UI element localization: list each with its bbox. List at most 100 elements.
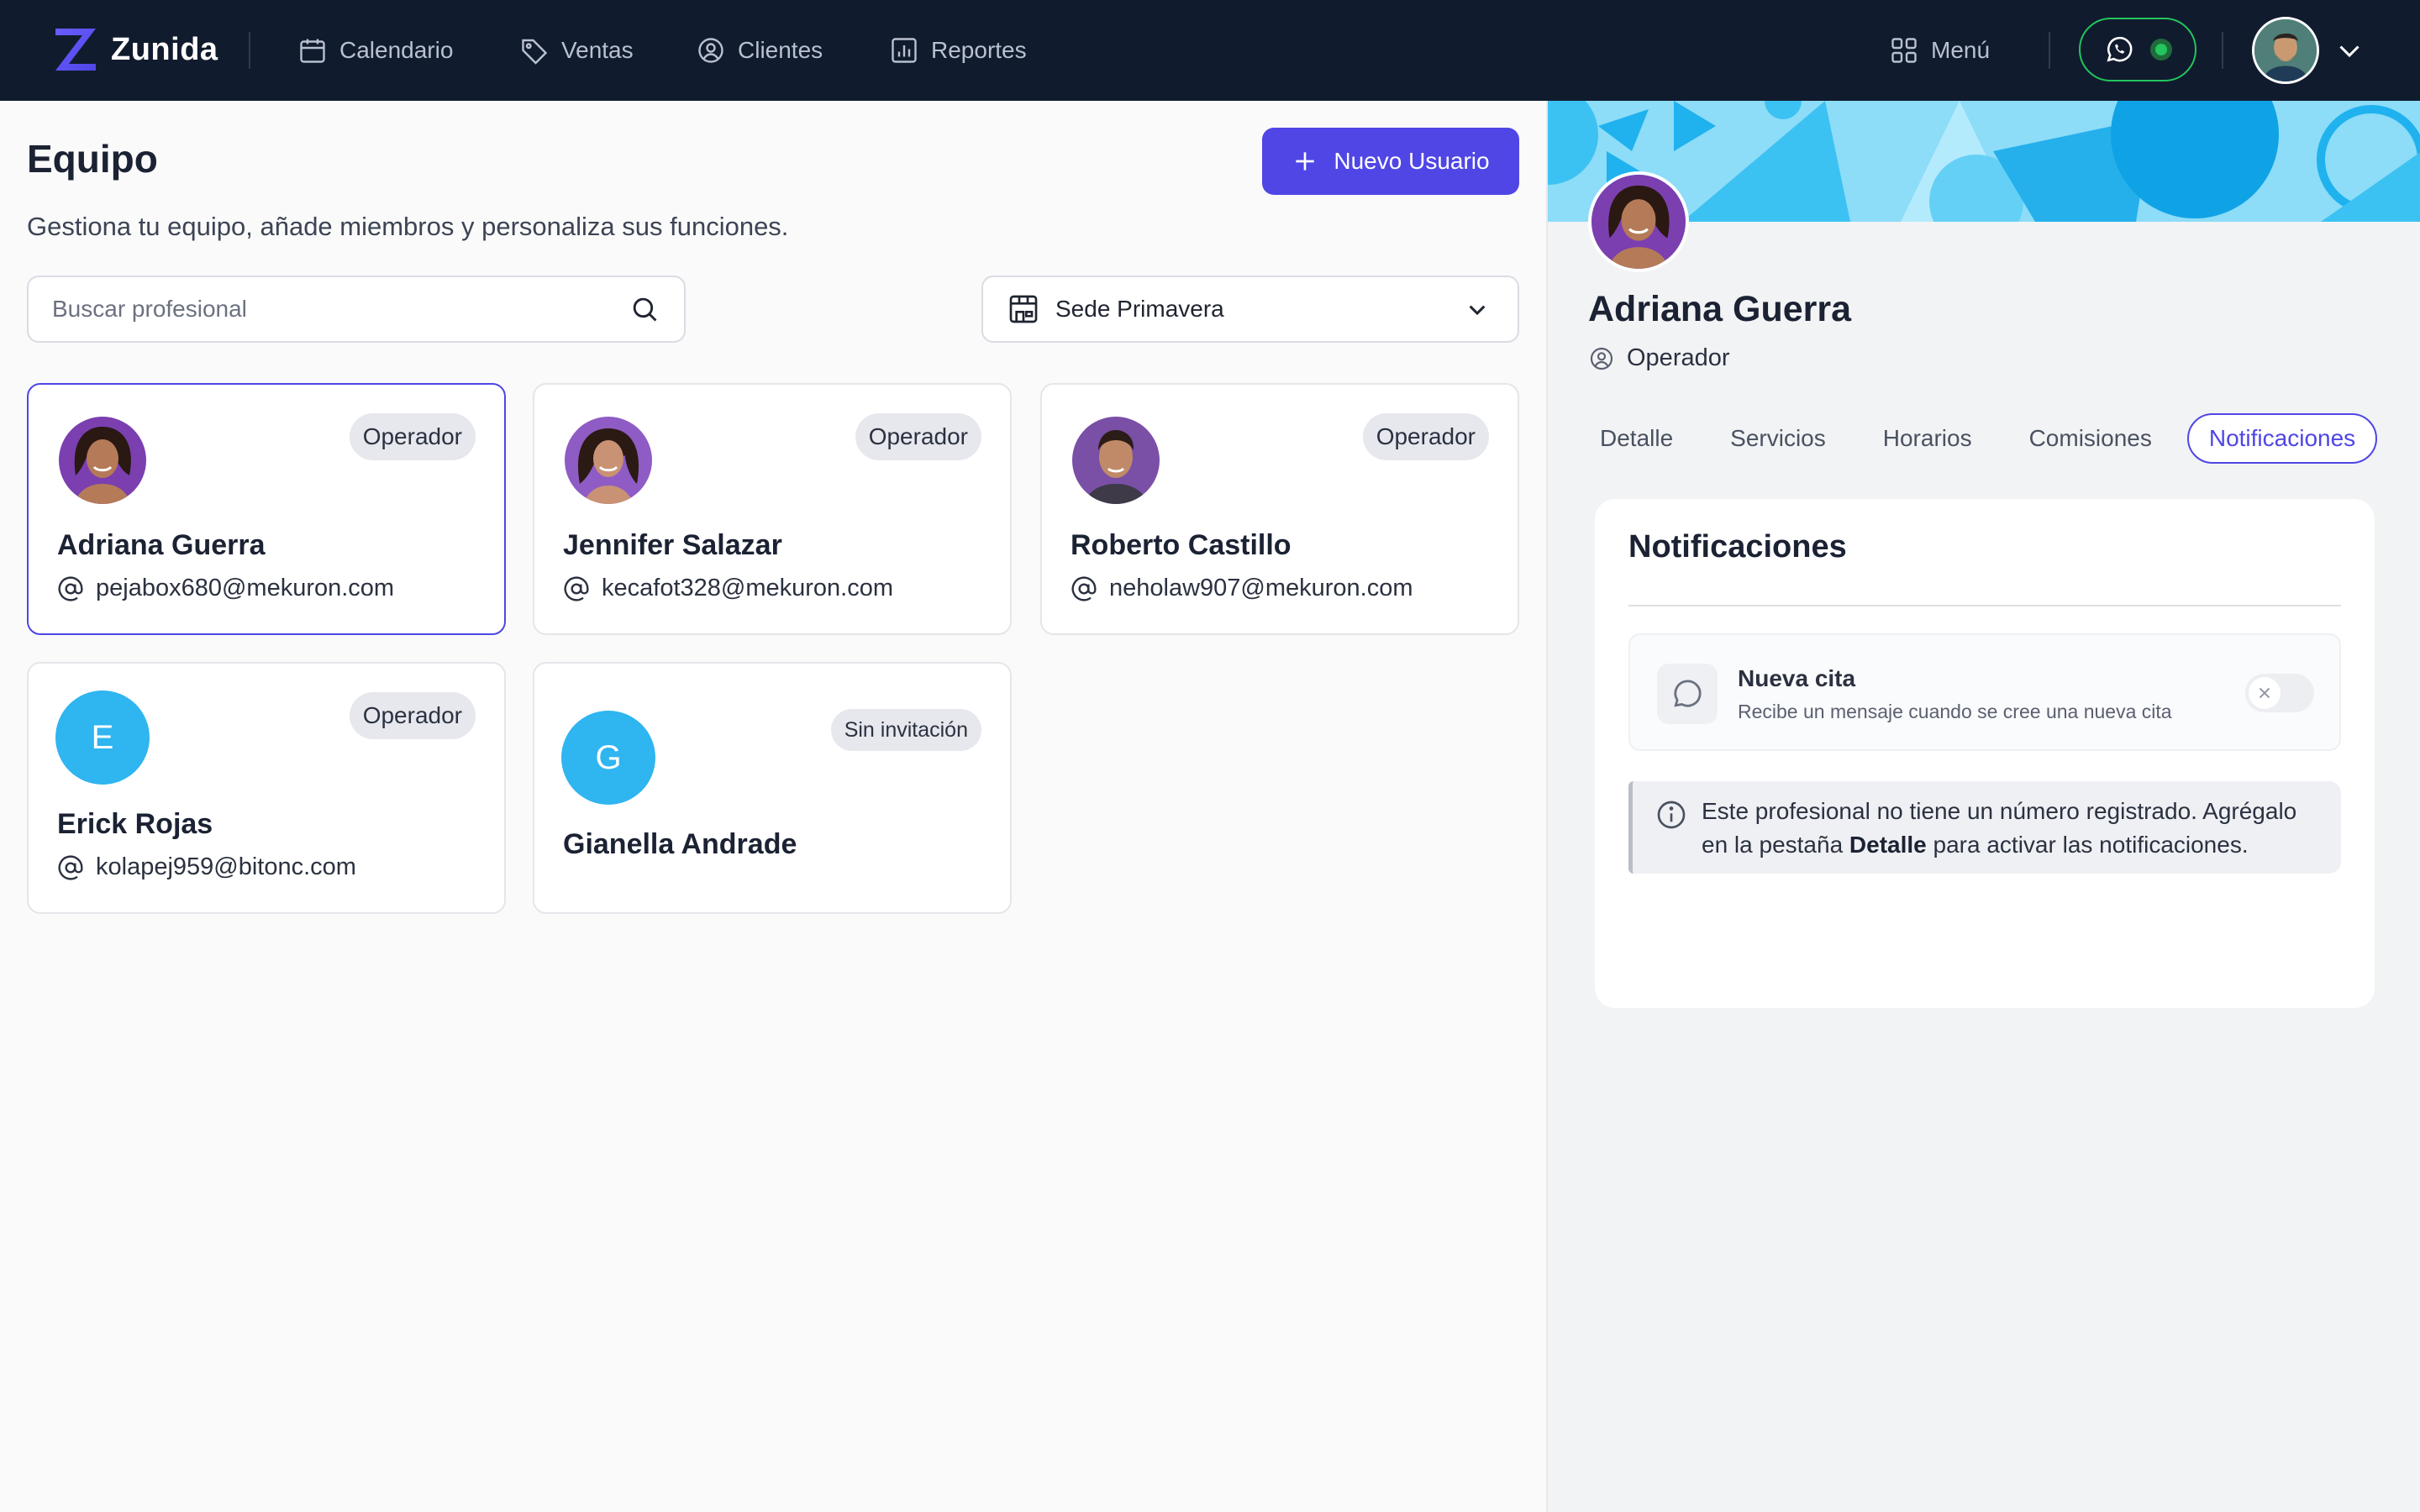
member-initial-avatar: G [561, 711, 655, 805]
app-logo[interactable]: Zunida [52, 25, 218, 74]
nav-item-label: Calendario [339, 37, 454, 63]
member-name: Roberto Castillo [1071, 529, 1292, 561]
bar-chart-icon [892, 38, 917, 63]
detail-tabs: Detalle Servicios Horarios Comisiones No… [1598, 413, 2391, 464]
nav-item-ventas[interactable]: Ventas [519, 32, 634, 69]
member-card-erick-rojas[interactable]: E Operador Erick Rojas kolapej959@bitonc… [27, 662, 506, 914]
member-email: neholaw907@mekuron.com [1071, 575, 1413, 602]
at-sign-icon [564, 575, 589, 601]
plus-icon [1296, 152, 1315, 171]
member-name: Jennifer Salazar [563, 529, 782, 561]
member-avatar [565, 417, 652, 504]
member-email: kolapej959@bitonc.com [57, 853, 356, 881]
new-user-button-label: Nuevo Usuario [1334, 148, 1490, 174]
new-appointment-toggle[interactable] [2245, 674, 2314, 712]
location-select-value: Sede Primavera [1055, 296, 1224, 322]
nav-divider [249, 32, 250, 69]
page-title: Equipo [27, 137, 158, 181]
tab-horarios[interactable]: Horarios [1861, 413, 1994, 464]
member-email-text: neholaw907@mekuron.com [1109, 575, 1413, 601]
profile-name: Adriana Guerra [1588, 289, 1852, 329]
notifications-title: Notificaciones [1628, 529, 1847, 564]
nav-item-clientes[interactable]: Clientes [696, 32, 823, 69]
info-text-part2: para activar las notificaciones. [1926, 832, 2249, 858]
search-input[interactable] [52, 296, 629, 323]
member-email-text: kecafot328@mekuron.com [602, 575, 893, 601]
tag-icon [522, 39, 548, 65]
nav-item-calendario[interactable]: Calendario [297, 32, 453, 69]
info-text-link-detalle: Detalle [1849, 832, 1927, 858]
member-photo [565, 417, 652, 504]
search-icon[interactable] [629, 293, 660, 325]
member-email: pejabox680@mekuron.com [57, 575, 394, 602]
location-select[interactable]: Sede Primavera [981, 276, 1519, 343]
nav-item-label: Ventas [561, 37, 634, 63]
invitation-status-badge: Sin invitación [830, 709, 981, 751]
info-message: Este profesional no tiene un número regi… [1702, 795, 2323, 862]
user-avatar[interactable] [2252, 17, 2319, 84]
member-email-text: pejabox680@mekuron.com [96, 575, 395, 601]
calendar-icon [300, 39, 325, 63]
toggle-knob [2249, 677, 2281, 709]
member-card-roberto-castillo[interactable]: Operador Roberto Castillo neholaw907@mek… [1040, 383, 1519, 635]
tab-comisiones[interactable]: Comisiones [2007, 413, 2174, 464]
at-sign-icon [58, 575, 83, 601]
user-circle-icon [698, 38, 723, 63]
divider [1628, 605, 2341, 606]
member-card-gianella-andrade[interactable]: G Sin invitación Gianella Andrade [533, 662, 1012, 914]
notification-setting-new-appointment: Nueva cita Recibe un mensaje cuando se c… [1628, 633, 2341, 751]
store-icon [1009, 295, 1038, 323]
role-badge: Operador [1362, 413, 1489, 460]
role-badge: Operador [349, 413, 476, 460]
role-badge: Operador [855, 413, 981, 460]
user-circle-icon [1590, 347, 1613, 370]
member-name: Erick Rojas [57, 808, 213, 840]
chevron-down-icon[interactable] [2334, 35, 2365, 66]
member-email: kecafot328@mekuron.com [563, 575, 893, 602]
missing-phone-info-alert: Este profesional no tiene un número regi… [1628, 781, 2341, 874]
member-initial-avatar: E [55, 690, 150, 785]
at-sign-icon [1071, 575, 1097, 601]
tab-notificaciones[interactable]: Notificaciones [2186, 413, 2378, 464]
member-photo [59, 417, 146, 504]
member-card-adriana-guerra[interactable]: Operador Adriana Guerra pejabox680@mekur… [27, 383, 506, 635]
app-name: Zunida [111, 31, 218, 67]
whatsapp-icon [2107, 36, 2133, 62]
nav-divider [2049, 32, 2050, 69]
profile-role-text: Operador [1627, 344, 1730, 371]
member-email-text: kolapej959@bitonc.com [96, 853, 356, 880]
notification-description: Recibe un mensaje cuando se cree una nue… [1738, 701, 2172, 722]
notifications-card: Notificaciones Nueva cita Recibe un mens… [1595, 499, 2375, 1008]
tab-detalle[interactable]: Detalle [1598, 413, 1695, 464]
user-photo [2254, 19, 2317, 81]
menu-label: Menú [1931, 37, 1991, 63]
profile-photo [1591, 175, 1686, 269]
nav-divider [2222, 32, 2223, 69]
member-name: Adriana Guerra [57, 529, 266, 561]
grid-icon [1891, 38, 1917, 63]
tab-servicios[interactable]: Servicios [1708, 413, 1848, 464]
member-photo [1072, 417, 1160, 504]
role-badge: Operador [349, 692, 476, 739]
close-icon [2259, 687, 2270, 699]
member-name: Gianella Andrade [563, 828, 797, 860]
whatsapp-status-button[interactable] [2079, 18, 2196, 81]
member-avatar [1072, 417, 1160, 504]
member-card-jennifer-salazar[interactable]: Operador Jennifer Salazar kecafot328@mek… [533, 383, 1012, 635]
profile-role: Operador [1588, 344, 1730, 372]
menu-button[interactable]: Menú [1889, 32, 1990, 69]
chevron-down-icon [1469, 305, 1486, 316]
nav-item-reportes[interactable]: Reportes [889, 32, 1027, 69]
top-navigation-bar: Zunida Calendario Ventas Clientes Report… [0, 0, 2420, 101]
member-detail-panel: Adriana Guerra Operador Detalle Servicio… [1546, 101, 2420, 1512]
profile-avatar [1588, 171, 1689, 272]
page-subtitle: Gestiona tu equipo, añade miembros y per… [27, 212, 789, 241]
at-sign-icon [58, 854, 83, 880]
connected-status-dot [2150, 39, 2172, 60]
info-icon [1657, 801, 1686, 829]
nav-item-label: Clientes [738, 37, 823, 63]
chat-bubble-icon [1657, 664, 1718, 724]
new-user-button[interactable]: Nuevo Usuario [1262, 128, 1519, 195]
nav-item-label: Reportes [931, 37, 1027, 63]
member-avatar [59, 417, 146, 504]
